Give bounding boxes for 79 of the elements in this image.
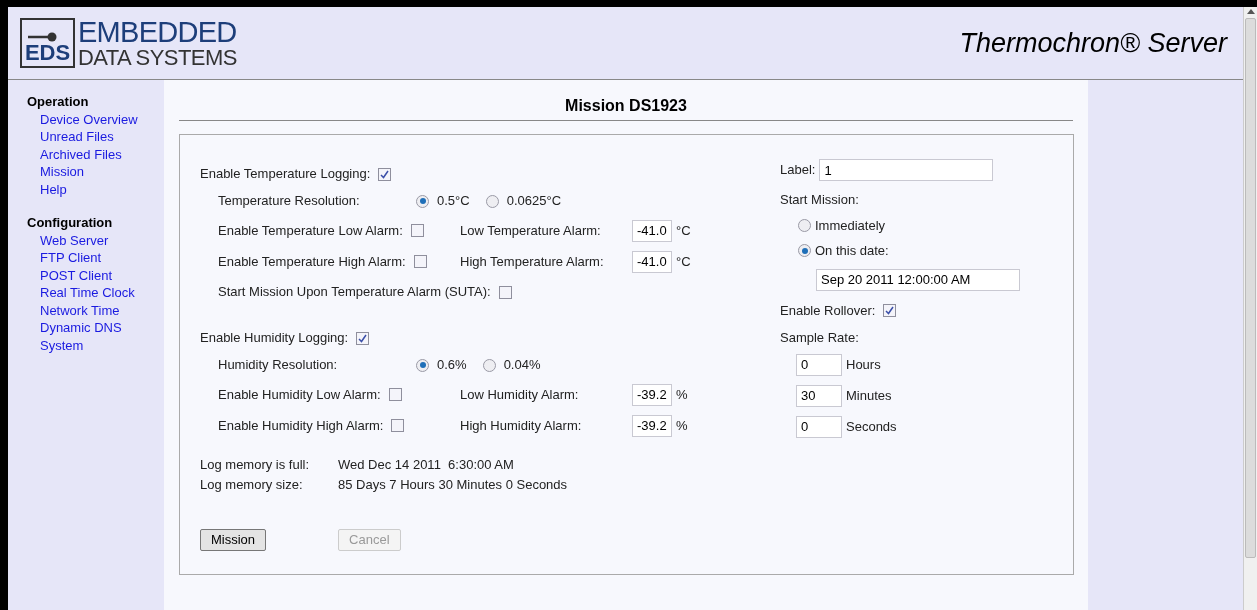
info-label: Log memory size: [200, 476, 304, 494]
option-label: 0.04% [503, 356, 541, 375]
field-label: Temperature Resolution: [218, 192, 361, 211]
option-label: On this date: [815, 242, 889, 260]
radio-button[interactable] [416, 194, 429, 208]
sidebar-link[interactable]: Unread Files [27, 128, 164, 146]
info-value: 85 Days 7 Hours 30 Minutes 0 Seconds [338, 476, 568, 494]
option-label: 0.6% [437, 356, 467, 375]
option-label: 0.0625°C [506, 192, 562, 211]
field-label: Enable Humidity Logging: [200, 329, 349, 348]
sample-rate-input[interactable]: 0 [796, 353, 842, 376]
field-label: Enable Humidity High Alarm: [218, 416, 384, 435]
unit-label: Hours [846, 355, 881, 374]
field-label: Enable Temperature Logging: [200, 165, 371, 184]
radio-button[interactable] [798, 218, 811, 232]
sidebar-heading: Configuration [27, 214, 114, 232]
checkbox[interactable] [391, 419, 405, 432]
sidebar-link[interactable]: System [27, 336, 164, 354]
page-title: Mission DS1923 [564, 96, 688, 116]
field-label: Enable Temperature Low Alarm: [218, 221, 403, 240]
checkbox[interactable] [378, 167, 392, 181]
app-title: Thermochron® Server [959, 26, 1227, 60]
unit-label: °C [676, 221, 691, 240]
field-label: Start Mission Upon Temperature Alarm (SUTA): [218, 283, 491, 302]
unit-label: % [676, 416, 688, 435]
sidebar-link[interactable]: Mission [27, 163, 164, 181]
sidebar-link[interactable]: POST Client [27, 266, 164, 284]
field-label: Enable Humidity Low Alarm: [218, 385, 381, 404]
form-button[interactable]: Mission [200, 529, 267, 551]
date-input[interactable]: Sep 20 2011 12:00:00 AM [816, 268, 1020, 291]
field-label: Label: [780, 161, 816, 180]
scrollbar[interactable] [1243, 7, 1257, 610]
sidebar-link[interactable]: Web Server [27, 231, 164, 249]
sidebar-link[interactable]: Real Time Clock [27, 284, 164, 302]
unit-label: % [676, 385, 688, 404]
sidebar-link[interactable]: Help [27, 180, 164, 198]
sidebar-heading: Operation [27, 93, 90, 111]
sidebar-link[interactable]: Device Overview [27, 110, 164, 128]
unit-label: Minutes [846, 386, 892, 405]
unit-label: Seconds [846, 417, 897, 436]
sidebar-link[interactable]: Archived Files [27, 145, 164, 163]
checkbox[interactable] [413, 255, 427, 268]
alarm-input[interactable]: -39.2 [632, 414, 672, 437]
checkmark-icon [885, 305, 895, 315]
checkbox[interactable] [356, 331, 370, 345]
field-label: Enable Temperature High Alarm: [218, 252, 406, 271]
option-label: Immediately [815, 216, 886, 235]
radio-button[interactable] [482, 358, 496, 372]
radio-button[interactable] [485, 194, 499, 208]
sidebar-link[interactable]: FTP Client [27, 249, 164, 267]
alarm-input[interactable]: -41.0 [632, 219, 672, 242]
scroll-up-icon[interactable] [1246, 8, 1255, 14]
field-label: Humidity Resolution: [218, 356, 339, 375]
checkmark-icon [358, 333, 368, 343]
field-label: Start Mission: [780, 191, 860, 209]
label-input[interactable]: 1 [819, 159, 994, 181]
checkbox[interactable] [883, 303, 897, 317]
radio-button[interactable] [798, 244, 811, 258]
field-label: Sample Rate: [780, 329, 860, 347]
checkbox[interactable] [498, 285, 512, 299]
sample-rate-input[interactable]: 0 [796, 415, 842, 438]
alarm-input[interactable]: -41.0 [632, 250, 672, 273]
info-value: Wed Dec 14 2011 6:30:00 AM [338, 456, 514, 474]
sidebar-link[interactable]: Dynamic DNS [27, 319, 164, 337]
field-label: Enable Rollover: [780, 301, 876, 320]
radio-button[interactable] [416, 358, 429, 372]
checkbox[interactable] [388, 388, 402, 401]
checkmark-icon [380, 169, 390, 179]
sample-rate-input[interactable]: 30 [796, 384, 842, 407]
info-label: Log memory is full: [200, 456, 311, 474]
field-label: Low Temperature Alarm: [460, 221, 602, 240]
field-label: High Humidity Alarm: [460, 416, 583, 435]
alarm-input[interactable]: -39.2 [632, 383, 672, 406]
checkbox[interactable] [410, 224, 424, 237]
sidebar-link[interactable]: Network Time [27, 301, 164, 319]
unit-label: °C [676, 252, 691, 271]
option-label: 0.5°C [437, 192, 470, 211]
field-label: Low Humidity Alarm: [460, 385, 580, 404]
field-label: High Temperature Alarm: [460, 252, 605, 271]
